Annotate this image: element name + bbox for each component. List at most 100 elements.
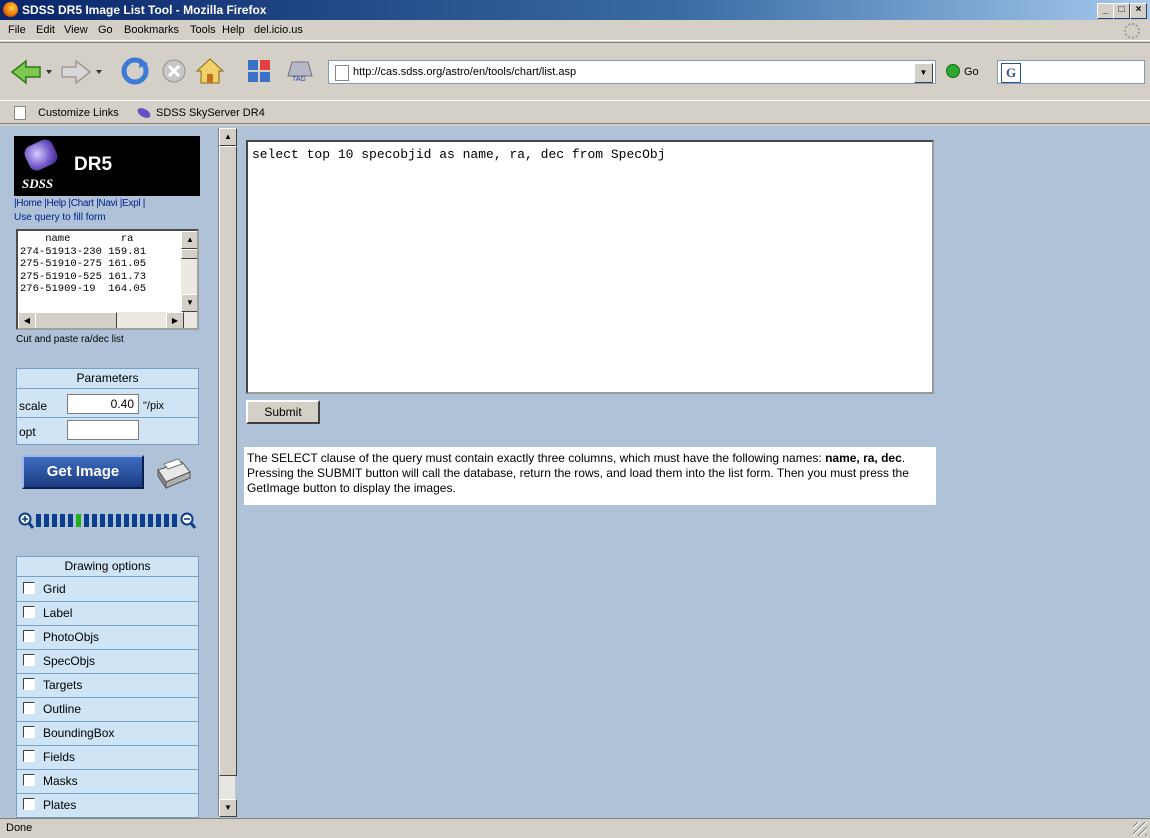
targets-checkbox[interactable]: [23, 678, 35, 690]
window-title: SDSS DR5 Image List Tool - Mozilla Firef…: [22, 3, 267, 17]
outline-checkbox[interactable]: [23, 702, 35, 714]
parameters-panel: Parameters scale 0.40 "/pix opt: [16, 368, 199, 445]
list-item: 274-51913-230 159.81: [20, 245, 147, 258]
frame-scroll-down[interactable]: ▼: [219, 799, 237, 817]
list-item: 275-51910-275 161.05: [20, 258, 147, 270]
boundingbox-checkbox[interactable]: [23, 726, 35, 738]
drawing-options-panel: Drawing options Grid Label PhotoObjs Spe…: [16, 556, 199, 818]
option-label: Plates: [43, 798, 77, 812]
option-label: PhotoObjs: [43, 630, 100, 644]
option-outline[interactable]: Outline: [17, 697, 198, 722]
list-scroll-left[interactable]: ◀: [18, 312, 36, 328]
menu-bar: File Edit View Go Bookmarks Tools Help d…: [0, 20, 1150, 41]
title-bar: SDSS DR5 Image List Tool - Mozilla Firef…: [0, 0, 1150, 20]
label-checkbox[interactable]: [23, 606, 35, 618]
option-label: SpecObjs: [43, 654, 96, 668]
fill-form-link[interactable]: Use query to fill form: [14, 212, 106, 223]
list-scroll-up[interactable]: ▲: [181, 231, 197, 249]
radec-list[interactable]: name ra 274-51913-230 159.81 275-51910-2…: [16, 229, 199, 330]
get-image-button[interactable]: Get Image: [22, 455, 144, 489]
home-icon[interactable]: [195, 56, 225, 86]
url-dropdown-button[interactable]: ▼: [914, 63, 933, 83]
option-label: Label: [43, 606, 73, 620]
url-bar[interactable]: http://cas.sdss.org/astro/en/tools/chart…: [328, 60, 936, 84]
go-button[interactable]: Go: [964, 66, 979, 78]
left-frame-scrollbar[interactable]: ▲ ▼: [218, 128, 237, 817]
zoom-bar[interactable]: [18, 510, 198, 532]
reload-icon[interactable]: [120, 56, 150, 86]
list-scroll-down[interactable]: ▼: [181, 294, 197, 312]
option-masks[interactable]: Masks: [17, 769, 198, 794]
zoom-level-marker[interactable]: [76, 514, 81, 527]
list-item: 276-51909-19 164.05: [20, 283, 147, 295]
scale-label: scale: [19, 399, 48, 413]
zoom-out-icon[interactable]: [180, 512, 196, 530]
option-label: Masks: [43, 774, 78, 788]
list-vertical-scrollbar[interactable]: ▲ ▼: [181, 231, 197, 312]
option-grid[interactable]: Grid: [17, 577, 198, 602]
back-icon[interactable]: [10, 58, 54, 86]
list-hscroll-thumb[interactable]: [35, 312, 117, 328]
go-arrow-icon[interactable]: [946, 64, 960, 78]
menu-edit[interactable]: Edit: [36, 24, 55, 36]
option-boundingbox[interactable]: BoundingBox: [17, 721, 198, 746]
opt-input[interactable]: [67, 420, 139, 440]
option-label-row[interactable]: Label: [17, 601, 198, 626]
option-specobjs[interactable]: SpecObjs: [17, 649, 198, 674]
skyserver-link[interactable]: SDSS SkyServer DR4: [156, 107, 265, 119]
minimize-button[interactable]: _: [1097, 3, 1114, 19]
google-search-icon: G: [1001, 63, 1021, 83]
menu-delicious[interactable]: del.icio.us: [254, 24, 303, 36]
option-plates[interactable]: Plates: [17, 793, 198, 817]
logo-sdss: SDSS: [22, 176, 54, 191]
menu-bookmarks[interactable]: Bookmarks: [124, 24, 179, 36]
fields-checkbox[interactable]: [23, 750, 35, 762]
photoobjs-checkbox[interactable]: [23, 630, 35, 642]
submit-button[interactable]: Submit: [246, 400, 320, 424]
plates-checkbox[interactable]: [23, 798, 35, 810]
resize-grip-icon[interactable]: [1133, 822, 1147, 836]
list-scroll-right[interactable]: ▶: [166, 312, 184, 328]
menu-help[interactable]: Help: [222, 24, 245, 36]
list-scroll-thumb[interactable]: [181, 249, 197, 259]
zoom-in-icon[interactable]: [18, 512, 34, 530]
frame-scroll-thumb[interactable]: [219, 146, 237, 776]
menu-go[interactable]: Go: [98, 24, 113, 36]
tag-icon[interactable]: TAG: [286, 60, 314, 86]
maximize-button[interactable]: □: [1113, 3, 1130, 19]
skyserver-icon: [137, 108, 151, 118]
opt-label: opt: [19, 425, 36, 439]
menu-file[interactable]: File: [8, 24, 26, 36]
throbber-icon: [1124, 23, 1140, 39]
option-targets[interactable]: Targets: [17, 673, 198, 698]
search-box[interactable]: G: [997, 60, 1145, 84]
forward-icon[interactable]: [60, 58, 104, 86]
query-instructions: The SELECT clause of the query must cont…: [244, 447, 936, 505]
logo-title: DR5: [74, 154, 113, 175]
printer-icon[interactable]: [152, 456, 194, 490]
menu-tools[interactable]: Tools: [190, 24, 216, 36]
url-text: http://cas.sdss.org/astro/en/tools/chart…: [353, 66, 577, 78]
option-photoobjs[interactable]: PhotoObjs: [17, 625, 198, 650]
option-label: Fields: [43, 750, 76, 764]
bookmark-manager-icon[interactable]: [246, 58, 272, 84]
option-label: BoundingBox: [43, 726, 115, 740]
menu-view[interactable]: View: [64, 24, 88, 36]
paste-hint: Cut and paste ra/dec list: [16, 334, 124, 345]
list-horizontal-scrollbar[interactable]: ◀ ▶: [18, 312, 197, 328]
option-label: Grid: [43, 582, 66, 596]
links-toolbar: Customize Links SDSS SkyServer DR4: [0, 100, 1150, 124]
frame-scroll-up[interactable]: ▲: [219, 128, 237, 146]
grid-checkbox[interactable]: [23, 582, 35, 594]
close-button[interactable]: ×: [1130, 3, 1147, 19]
scale-input[interactable]: 0.40: [67, 394, 139, 414]
specobjs-checkbox[interactable]: [23, 654, 35, 666]
firefox-icon: [3, 2, 18, 17]
stop-icon[interactable]: [160, 57, 188, 85]
sidebar-nav-links[interactable]: |Home |Help |Chart |Navi |Expl |: [14, 198, 145, 209]
masks-checkbox[interactable]: [23, 774, 35, 786]
option-fields[interactable]: Fields: [17, 745, 198, 770]
query-textarea[interactable]: select top 10 specobjid as name, ra, dec…: [246, 140, 934, 394]
customize-links-link[interactable]: Customize Links: [38, 107, 119, 119]
parameters-header: Parameters: [17, 369, 198, 389]
